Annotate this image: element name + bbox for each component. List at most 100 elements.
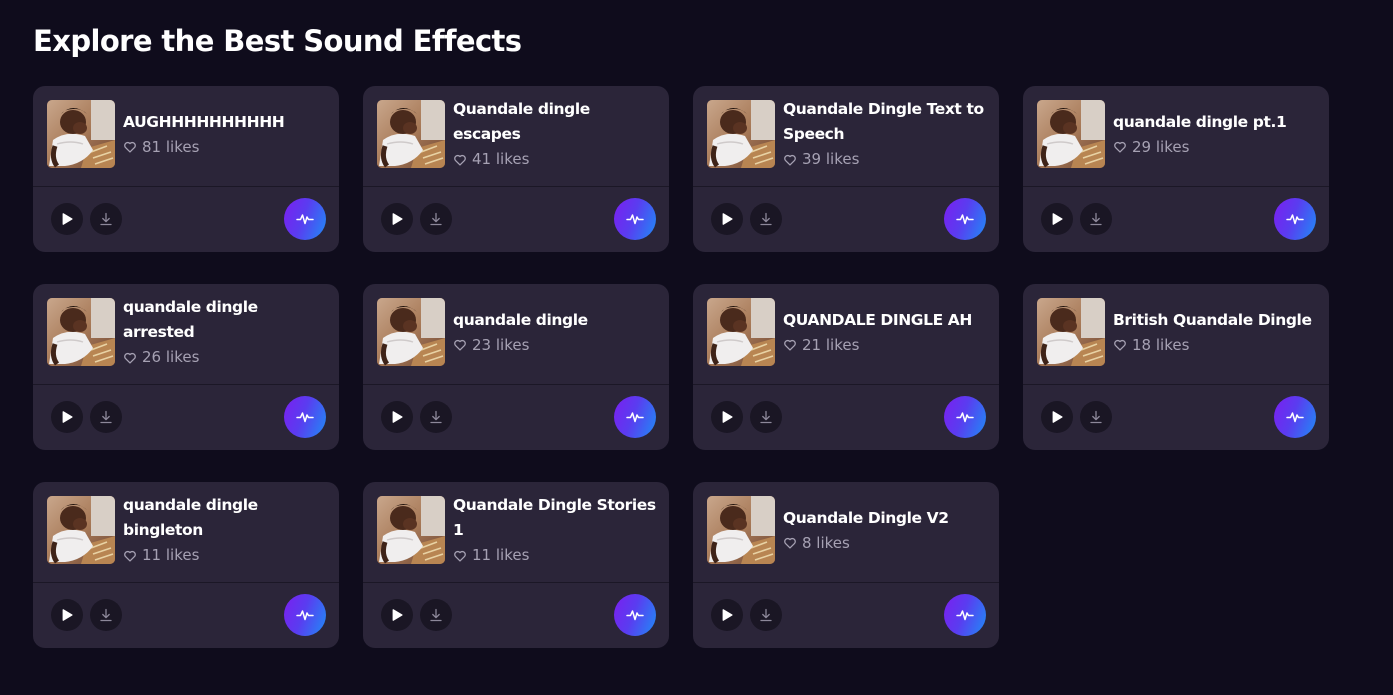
download-button[interactable] [420, 401, 452, 433]
sound-thumbnail[interactable] [1037, 100, 1105, 168]
download-icon [430, 608, 442, 622]
sound-thumbnail[interactable] [707, 496, 775, 564]
download-button[interactable] [750, 203, 782, 235]
card-header: Quandale Dingle Stories 1 11 likes [363, 482, 669, 583]
sound-title[interactable]: AUGHHHHHHHHHH [123, 110, 329, 135]
likes-count: 21 likes [802, 335, 860, 354]
sound-grid: AUGHHHHHHHHHH 81 likes Quandale dingle e… [33, 86, 1329, 648]
soundwave-button[interactable] [284, 198, 326, 240]
play-button[interactable] [51, 203, 83, 235]
soundwave-button[interactable] [1274, 396, 1316, 438]
sound-thumbnail[interactable] [1037, 298, 1105, 366]
sound-thumbnail[interactable] [47, 100, 115, 168]
soundwave-button[interactable] [944, 396, 986, 438]
heart-icon[interactable] [123, 351, 137, 365]
play-button[interactable] [711, 203, 743, 235]
heart-icon[interactable] [1113, 338, 1127, 352]
soundwave-button[interactable] [944, 198, 986, 240]
likes-count: 11 likes [142, 546, 200, 564]
heart-icon[interactable] [453, 153, 467, 167]
download-icon [760, 410, 772, 424]
card-actions [1023, 386, 1329, 450]
download-button[interactable] [1080, 203, 1112, 235]
sound-meta: quandale dingle arrested 26 likes [123, 284, 329, 385]
card-header: Quandale dingle escapes 41 likes [363, 86, 669, 187]
play-button[interactable] [1041, 203, 1073, 235]
likes-row: 39 likes [783, 147, 989, 172]
download-button[interactable] [1080, 401, 1112, 433]
sound-title[interactable]: British Quandale Dingle [1113, 308, 1319, 333]
sound-thumbnail[interactable] [377, 100, 445, 168]
heart-icon[interactable] [783, 536, 797, 550]
download-button[interactable] [750, 401, 782, 433]
soundwave-button[interactable] [614, 198, 656, 240]
sound-thumbnail[interactable] [377, 496, 445, 564]
play-icon [62, 213, 73, 225]
soundwave-button[interactable] [1274, 198, 1316, 240]
download-icon [430, 212, 442, 226]
card-actions [363, 386, 669, 450]
likes-row: 11 likes [453, 543, 659, 568]
play-button[interactable] [1041, 401, 1073, 433]
card-actions [693, 584, 999, 648]
sound-thumbnail[interactable] [47, 496, 115, 564]
sound-thumbnail[interactable] [707, 100, 775, 168]
download-button[interactable] [90, 401, 122, 433]
soundwave-button[interactable] [614, 594, 656, 636]
sound-card: British Quandale Dingle 18 likes [1023, 284, 1329, 450]
download-button[interactable] [420, 203, 452, 235]
play-button[interactable] [711, 401, 743, 433]
heart-icon[interactable] [453, 549, 467, 563]
sound-title[interactable]: quandale dingle arrested [123, 295, 329, 345]
soundwave-icon [626, 610, 644, 621]
play-icon [1052, 213, 1063, 225]
sound-thumbnail[interactable] [707, 298, 775, 366]
heart-icon[interactable] [783, 153, 797, 167]
download-button[interactable] [750, 599, 782, 631]
play-button[interactable] [381, 599, 413, 631]
sound-card: quandale dingle pt.1 29 likes [1023, 86, 1329, 252]
likes-row: 81 likes [123, 135, 329, 160]
soundwave-button[interactable] [284, 396, 326, 438]
soundwave-icon [296, 214, 314, 225]
sound-meta: Quandale dingle escapes 41 likes [453, 86, 659, 187]
heart-icon[interactable] [123, 140, 137, 154]
play-button[interactable] [51, 401, 83, 433]
sound-thumbnail[interactable] [47, 298, 115, 366]
sound-title[interactable]: quandale dingle bingleton [123, 493, 329, 543]
play-icon [62, 609, 73, 621]
download-button[interactable] [90, 599, 122, 631]
heart-icon[interactable] [453, 338, 467, 352]
play-button[interactable] [711, 599, 743, 631]
heart-icon[interactable] [1113, 140, 1127, 154]
heart-icon[interactable] [123, 549, 137, 563]
sound-title[interactable]: Quandale Dingle Text to Speech [783, 97, 989, 147]
sound-meta: Quandale Dingle Text to Speech 39 likes [783, 86, 989, 187]
likes-count: 41 likes [472, 150, 530, 168]
sound-card: Quandale Dingle Text to Speech 39 likes [693, 86, 999, 252]
sound-title[interactable]: Quandale dingle escapes [453, 97, 659, 147]
play-button[interactable] [381, 203, 413, 235]
sound-title[interactable]: Quandale Dingle Stories 1 [453, 493, 659, 543]
play-button[interactable] [51, 599, 83, 631]
download-button[interactable] [420, 599, 452, 631]
sound-thumbnail[interactable] [377, 298, 445, 366]
soundwave-button[interactable] [944, 594, 986, 636]
play-button[interactable] [381, 401, 413, 433]
play-icon [722, 411, 733, 423]
sound-title[interactable]: Quandale Dingle V2 [783, 506, 989, 531]
soundwave-button[interactable] [284, 594, 326, 636]
play-icon [392, 609, 403, 621]
download-icon [1090, 212, 1102, 226]
download-button[interactable] [90, 203, 122, 235]
download-icon [430, 410, 442, 424]
soundwave-button[interactable] [614, 396, 656, 438]
likes-row: 8 likes [783, 531, 989, 556]
likes-count: 11 likes [472, 546, 530, 564]
sound-title[interactable]: QUANDALE DINGLE AH [783, 308, 989, 333]
card-header: AUGHHHHHHHHHH 81 likes [33, 86, 339, 187]
heart-icon[interactable] [783, 338, 797, 352]
card-actions [363, 584, 669, 648]
sound-title[interactable]: quandale dingle [453, 308, 659, 333]
sound-title[interactable]: quandale dingle pt.1 [1113, 110, 1319, 135]
